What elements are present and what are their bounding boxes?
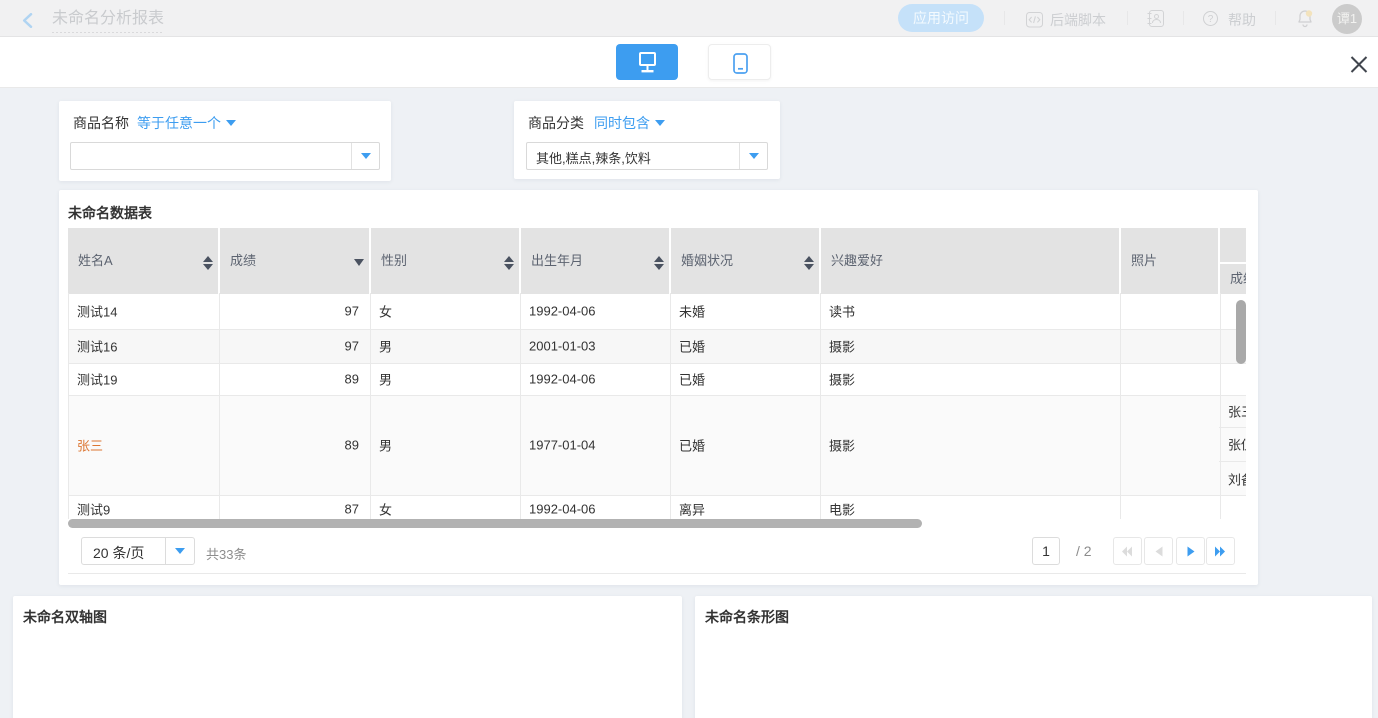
svg-text:?: ?: [1208, 14, 1214, 25]
